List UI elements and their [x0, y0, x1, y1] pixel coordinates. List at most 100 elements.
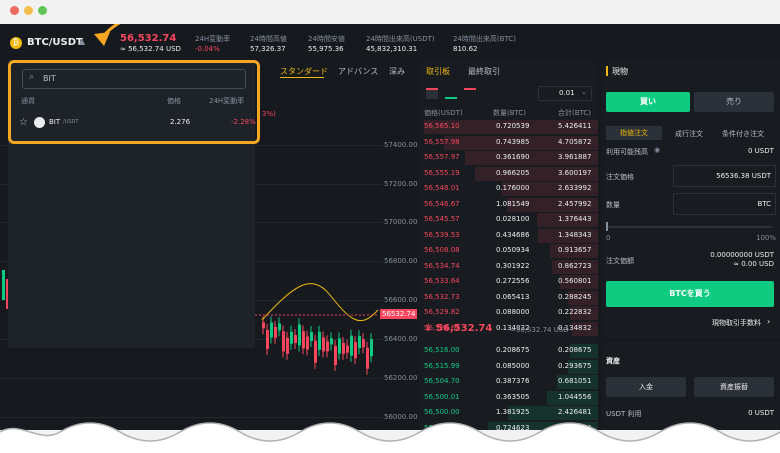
- buy-btc-button[interactable]: BTCを買う: [606, 281, 774, 307]
- chevron-right-icon: ›: [767, 317, 771, 326]
- ask-row[interactable]: 56,557.98 0.743985 4.705872: [424, 135, 598, 150]
- ask-amount: 0.050934: [496, 246, 530, 254]
- stat-value: 57,326.37: [250, 45, 286, 53]
- bid-row[interactable]: 56,516.00 0.208675 0.208675: [424, 344, 598, 358]
- ask-amount: 0.743985: [496, 137, 530, 146]
- ask-row[interactable]: 56,548.01 0.176000 2.633992: [424, 182, 598, 196]
- candle-body: [342, 342, 345, 354]
- candle-body: [366, 347, 369, 369]
- candle-body: [302, 331, 305, 349]
- qty-input[interactable]: BTC: [673, 193, 776, 215]
- stat-value: 55,975.36: [308, 45, 344, 53]
- market-order-tab[interactable]: 成行注文: [675, 129, 703, 139]
- pair-symbol[interactable]: BTC/USDT: [27, 37, 83, 48]
- ask-amount: 0.966205: [496, 168, 530, 177]
- ask-row[interactable]: 56,565.10 0.720539 5.426411: [424, 120, 598, 134]
- ask-amount: 0.720539: [496, 122, 530, 130]
- ask-amount: 0.176000: [496, 184, 530, 192]
- sell-tab[interactable]: 売り: [694, 92, 774, 112]
- ask-row[interactable]: 56,539.53 0.434686 1.348343: [424, 228, 598, 243]
- amount-slider[interactable]: [608, 226, 772, 228]
- search-input[interactable]: ⌕ BIT: [22, 69, 246, 89]
- candle-body: [270, 322, 273, 338]
- ask-row[interactable]: 56,546.67 1.081549 2.457992: [424, 197, 598, 212]
- bid-amount: 0.387376: [496, 377, 530, 385]
- candle-body: [262, 322, 265, 329]
- bid-row[interactable]: 56,504.70 0.387376 0.681051: [424, 375, 598, 389]
- col-pair[interactable]: 通貨: [21, 96, 35, 106]
- ask-row[interactable]: 56,555.19 0.966205 3.600197: [424, 166, 598, 181]
- search-result-row[interactable]: ☆ BIT /USDT 2.276 -2.28%: [16, 114, 256, 134]
- ask-row[interactable]: 56,508.08 0.050934 0.913657: [424, 244, 598, 258]
- orderbook-last-price-usd: ≈56,532.74 USD: [510, 326, 569, 334]
- col-price[interactable]: 価格: [167, 96, 181, 106]
- candle-body: [298, 324, 301, 346]
- assets-title: 資産: [606, 357, 620, 365]
- transfer-button[interactable]: 資産振替: [694, 377, 774, 397]
- book-mode-asks-icon[interactable]: [464, 88, 476, 99]
- ask-total: 3.961887: [558, 153, 592, 161]
- tab-standard[interactable]: スタンダード: [280, 66, 328, 77]
- stat-value: 810.62: [453, 45, 478, 53]
- slider-handle[interactable]: [606, 222, 608, 231]
- ask-row[interactable]: 56,532.73 0.065413 0.288245: [424, 290, 598, 305]
- ask-row[interactable]: 56,533.64 0.272556 0.560801: [424, 275, 598, 289]
- qty-unit: BTC: [757, 200, 771, 208]
- stat-label: 24時間高値: [250, 35, 287, 43]
- stop-order-tab[interactable]: 条件付き注文: [722, 129, 764, 139]
- bid-amount: 1.381925: [496, 408, 530, 416]
- candle-body: [2, 270, 5, 300]
- star-icon[interactable]: ☆: [19, 117, 28, 128]
- ask-row[interactable]: 56,545.57 0.028100 1.376443: [424, 213, 598, 227]
- ask-row[interactable]: 56,534.74 0.301922 0.862723: [424, 259, 598, 274]
- tab-depth[interactable]: 深み: [389, 66, 405, 77]
- limit-order-tab[interactable]: 指値注文: [606, 126, 662, 140]
- book-mode-both-icon[interactable]: [426, 88, 438, 99]
- price-input[interactable]: 56536.38 USDT: [673, 165, 776, 187]
- book-mode-bids-icon[interactable]: [445, 88, 457, 99]
- ask-row[interactable]: 56,529.82 0.088000 0.222832: [424, 306, 598, 320]
- eye-icon[interactable]: ◉: [654, 146, 660, 154]
- candle-body: [370, 339, 373, 357]
- ask-total: 4.705872: [558, 137, 592, 146]
- col-total: 合計(BTC): [558, 109, 592, 117]
- minimize-window-dot[interactable]: [24, 6, 33, 15]
- pair-dropdown-icon[interactable]: ▲: [79, 37, 85, 46]
- ask-price: 56,532.73: [424, 292, 460, 301]
- deposit-button[interactable]: 入金: [606, 377, 686, 397]
- ask-price: 56,557.97: [424, 153, 460, 161]
- price-input-value: 56536.38 USDT: [716, 172, 771, 180]
- buy-tab[interactable]: 買い: [606, 92, 690, 112]
- slider-max: 100%: [756, 234, 777, 242]
- axis-tick: 56800.00: [384, 257, 418, 265]
- ask-amount: 1.081549: [496, 199, 530, 208]
- maximize-window-dot[interactable]: [38, 6, 47, 15]
- col-change[interactable]: 24H変動率: [209, 96, 244, 106]
- tab-orderbook[interactable]: 取引板: [426, 66, 450, 77]
- tab-last-trades[interactable]: 最終取引: [468, 66, 500, 77]
- candle-body: [354, 342, 357, 359]
- ask-total: 1.348343: [558, 230, 592, 239]
- highlight-box: ⌕ BIT 通貨 価格 24H変動率 ☆ BIT /USDT 2.276 -2.…: [8, 60, 260, 144]
- stat-label: 24時間安値: [308, 35, 345, 43]
- ask-amount: 0.434686: [496, 230, 530, 239]
- bid-total: 0.681051: [558, 377, 592, 385]
- candle-body: [322, 337, 325, 352]
- bid-row[interactable]: 56,500.01 0.363505 1.044556: [424, 390, 598, 405]
- tab-advanced[interactable]: アドバンス: [338, 66, 378, 77]
- total-value: 0.00000000 USDT: [710, 251, 774, 259]
- fees-link[interactable]: 現物取引手数料: [712, 318, 761, 328]
- ask-price: 56,545.57: [424, 215, 460, 223]
- bid-price: 56,515.99: [424, 361, 460, 370]
- ask-amount: 0.272556: [496, 277, 530, 285]
- candle-body: [326, 341, 329, 352]
- bid-total: 0.293675: [558, 361, 592, 370]
- candle-body: [286, 337, 289, 354]
- bid-row[interactable]: 56,515.99 0.085000 0.293675: [424, 359, 598, 374]
- precision-select[interactable]: 0.01 ⌄: [538, 86, 592, 101]
- axis-tick: 56600.00: [384, 296, 418, 304]
- close-window-dot[interactable]: [10, 6, 19, 15]
- browser-window: ₿ BTC/USDT ▲ 56,532.74 ≈ 56,532.74 USD 2…: [0, 0, 780, 453]
- candle-body: [290, 331, 293, 344]
- ask-row[interactable]: 56,557.97 0.361690 3.961887: [424, 151, 598, 165]
